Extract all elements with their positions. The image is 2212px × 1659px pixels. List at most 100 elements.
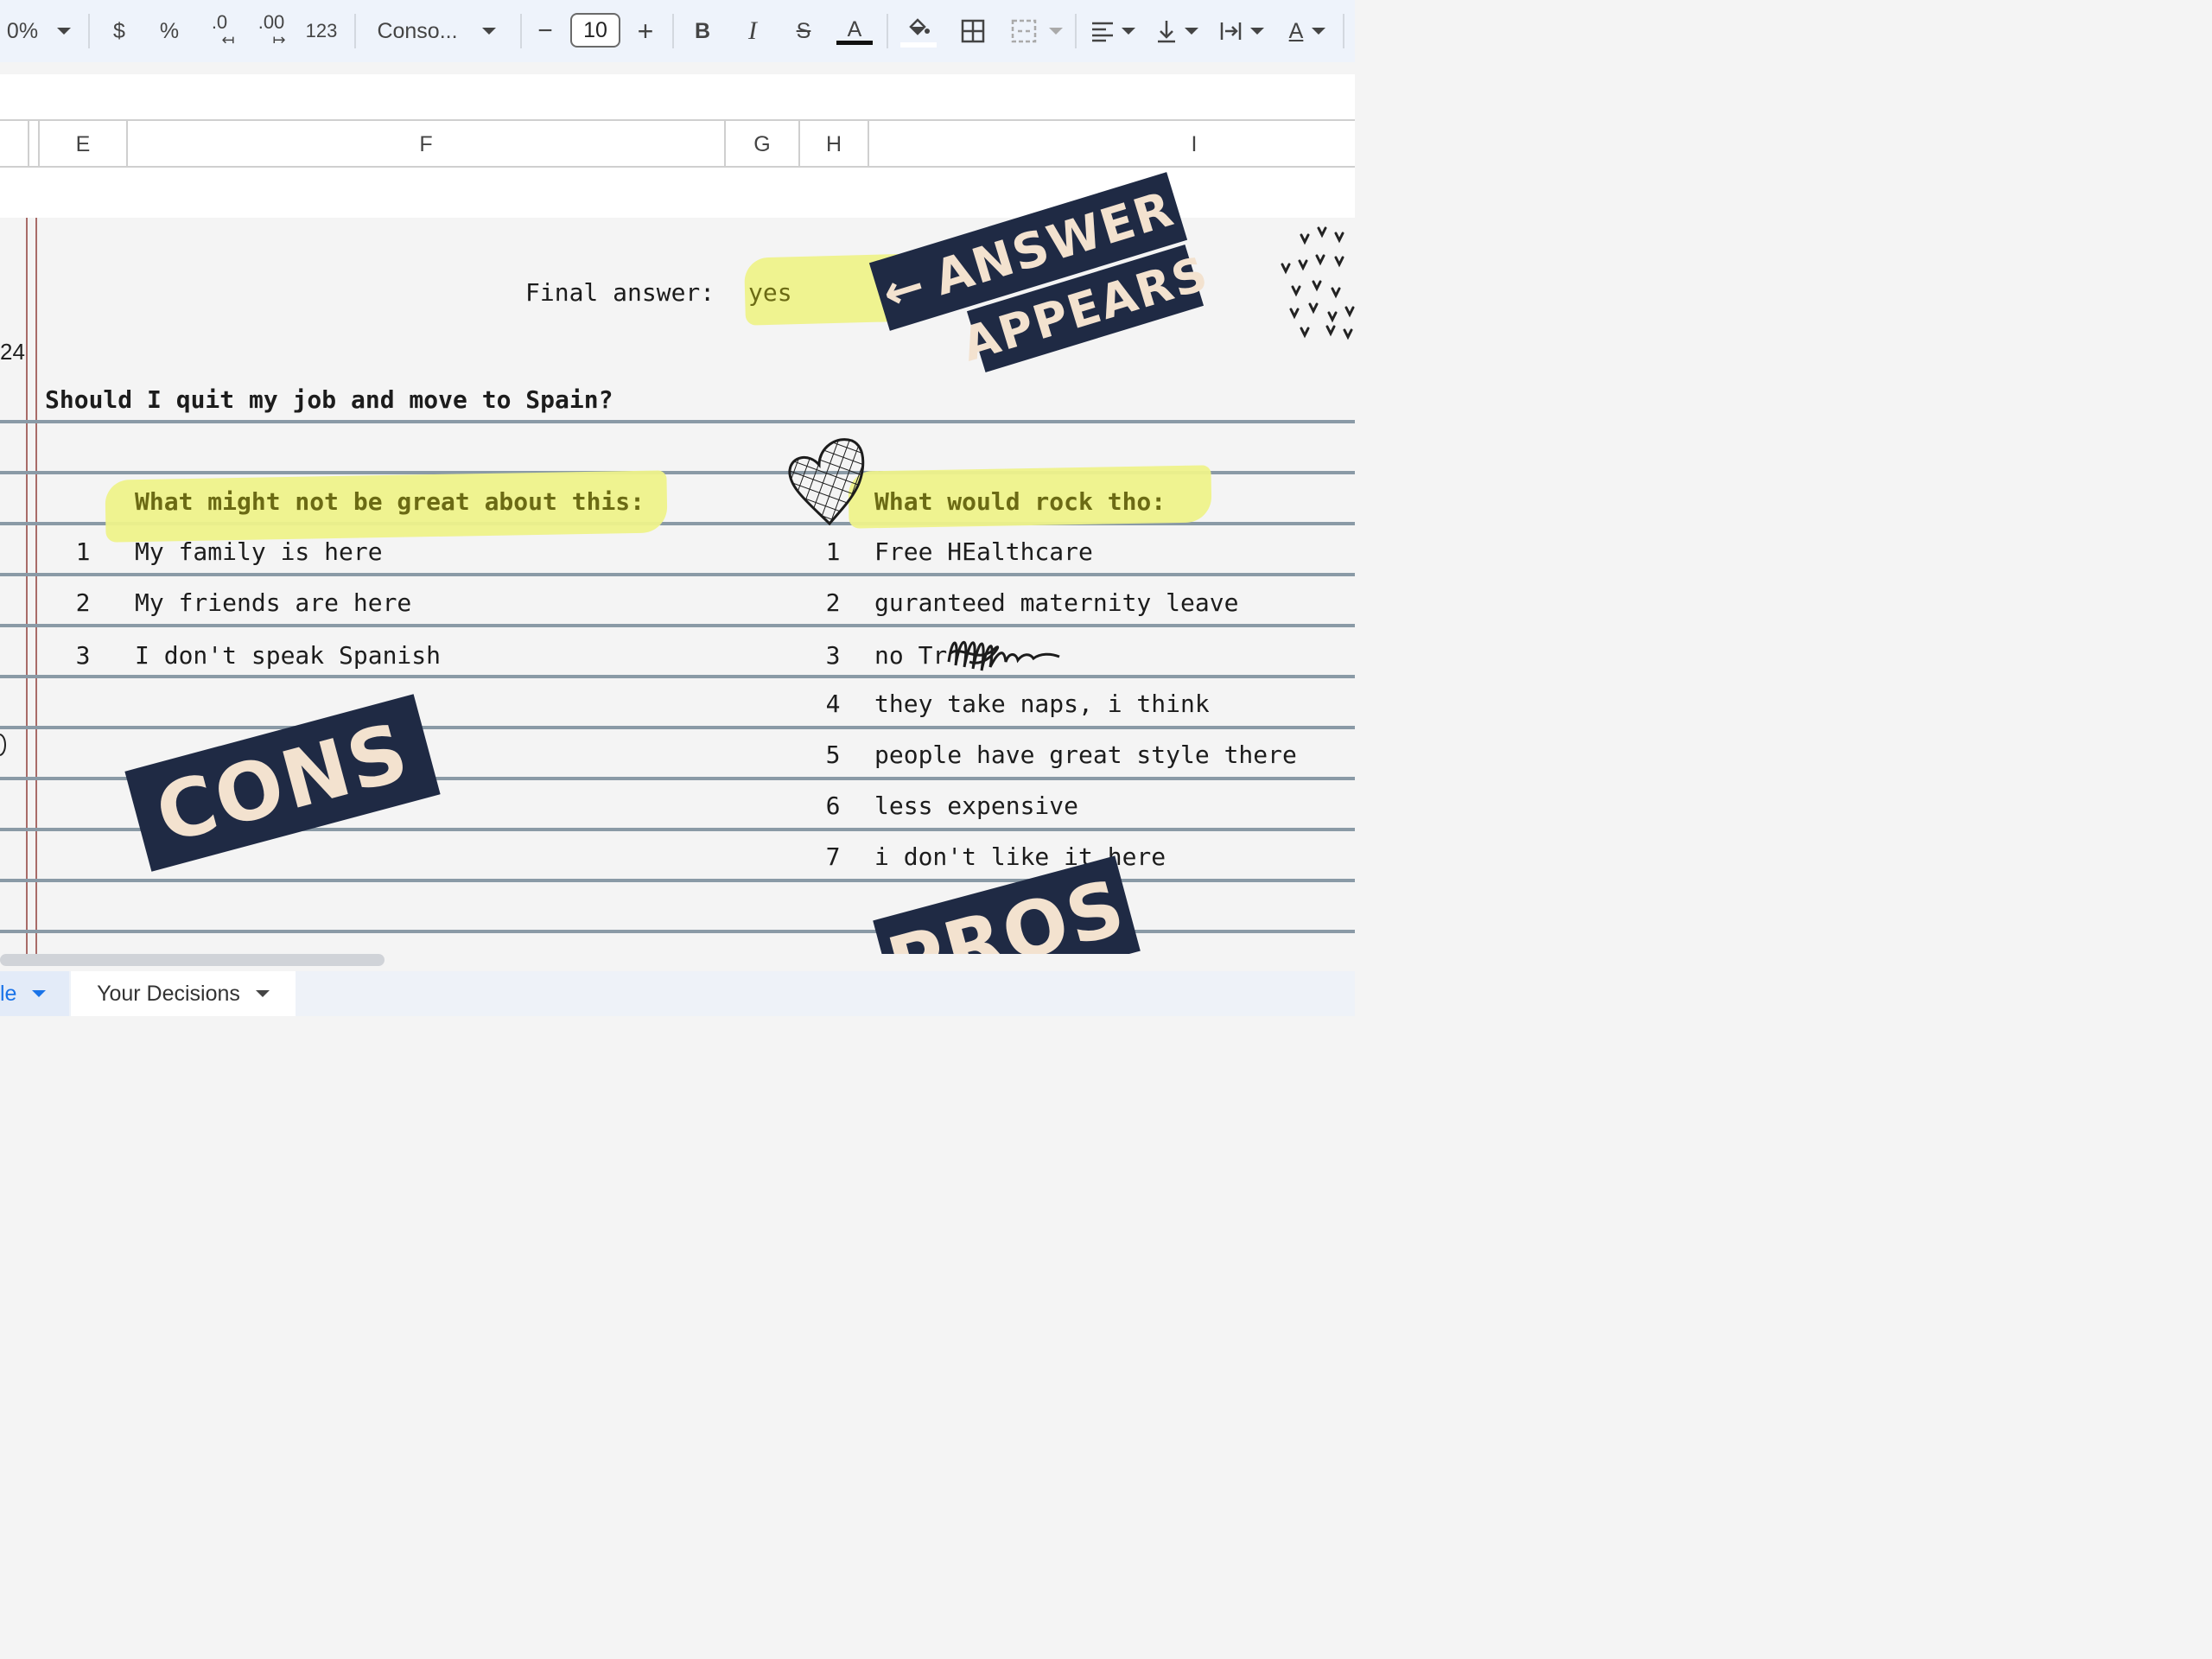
merge-cells-button[interactable] xyxy=(1006,0,1068,62)
cons-sticker: CONS xyxy=(124,694,441,872)
column-header-h[interactable]: H xyxy=(800,121,869,168)
chevron-down-icon xyxy=(1250,28,1264,35)
toolbar-divider xyxy=(1343,14,1344,48)
text-color-icon: A xyxy=(847,16,862,41)
merge-cells-icon xyxy=(1011,19,1037,43)
more-formats-button[interactable]: 123 xyxy=(302,0,340,62)
pros-item[interactable]: no Tr xyxy=(874,641,947,670)
row-number-partial: 24 xyxy=(0,339,25,365)
borders-icon xyxy=(961,19,985,43)
cons-item[interactable]: My family is here xyxy=(135,537,383,566)
vertical-align-button[interactable] xyxy=(1153,0,1201,62)
fill-color-button[interactable] xyxy=(899,0,938,62)
pros-item[interactable]: Free HEalthcare xyxy=(874,537,1093,566)
text-color-button[interactable]: A xyxy=(835,0,874,62)
doodle-marks-icon xyxy=(1281,226,1355,340)
notebook-margin-line xyxy=(26,218,28,954)
text-wrapping-button[interactable] xyxy=(1217,0,1267,62)
chevron-down-icon xyxy=(1049,28,1063,35)
strikethrough-icon: S xyxy=(796,18,811,43)
sheet-tab-label: Your Decisions xyxy=(97,981,240,1006)
format-currency-button[interactable]: $ xyxy=(104,0,135,62)
toolbar: 0% $ % .0 ↤ .00 ↦ 123 Conso... − 10 + B … xyxy=(0,0,1355,62)
borders-button[interactable] xyxy=(956,0,990,62)
column-header-g[interactable]: G xyxy=(726,121,800,168)
pros-item-number: 7 xyxy=(825,842,841,871)
column-header-hidden[interactable] xyxy=(0,121,29,168)
plus-icon: + xyxy=(637,15,654,47)
chevron-down-icon xyxy=(1312,28,1326,35)
format-percent-button[interactable]: % xyxy=(154,0,185,62)
chevron-down-icon xyxy=(255,990,270,997)
final-answer-value[interactable]: yes xyxy=(748,278,792,307)
align-left-icon xyxy=(1092,22,1113,42)
sheet-tabs-bar: le Your Decisions xyxy=(0,971,1355,1016)
currency-icon: $ xyxy=(113,18,125,43)
toolbar-divider xyxy=(88,14,90,48)
doodle-circle-icon xyxy=(0,734,6,756)
ruled-line xyxy=(0,624,1355,627)
arrow-left-icon: ↤ xyxy=(221,31,235,48)
font-family-value: Conso... xyxy=(377,18,458,43)
decrease-decimal-button[interactable]: .0 ↤ xyxy=(200,0,238,62)
cons-item-number: 2 xyxy=(75,588,91,617)
font-size-input[interactable]: 10 xyxy=(570,13,620,48)
sheet-grid[interactable]: Final answer: yes 24 Should I quit my jo… xyxy=(0,168,1355,954)
minus-icon: − xyxy=(537,16,553,45)
toolbar-divider xyxy=(1075,14,1077,48)
cons-item[interactable]: My friends are here xyxy=(135,588,411,617)
zoom-value: 0% xyxy=(6,18,39,43)
toolbar-divider xyxy=(354,14,356,48)
chevron-down-icon xyxy=(32,990,47,997)
arrow-right-icon: ↦ xyxy=(272,31,286,48)
percent-icon: % xyxy=(159,18,180,43)
pros-item[interactable]: people have great style there xyxy=(874,741,1297,769)
pros-item-number: 5 xyxy=(825,741,841,769)
text-color-swatch xyxy=(836,40,873,45)
zoom-select[interactable]: 0% xyxy=(0,0,78,62)
column-header-f[interactable]: F xyxy=(128,121,726,168)
horizontal-scrollbar[interactable] xyxy=(0,954,385,966)
pros-header: What would rock tho: xyxy=(874,487,1166,516)
chevron-down-icon xyxy=(481,28,496,35)
increase-font-size-button[interactable]: + xyxy=(631,0,660,62)
column-header-e[interactable]: E xyxy=(40,121,128,168)
heart-doodle-icon xyxy=(788,438,865,526)
notebook-margin-line xyxy=(35,218,37,954)
arrow-left-icon: ← xyxy=(875,256,933,323)
sheet-tab-your-decisions[interactable]: Your Decisions xyxy=(71,971,296,1016)
column-header-gap xyxy=(29,121,40,168)
pros-item-number: 3 xyxy=(825,641,841,670)
formula-bar[interactable] xyxy=(0,74,1355,119)
decrease-decimal-icon: .0 xyxy=(211,11,228,33)
chevron-down-icon xyxy=(1185,28,1198,35)
strikethrough-button[interactable]: S xyxy=(788,0,819,62)
text-rotation-icon: A xyxy=(1288,18,1304,43)
ruled-line xyxy=(0,726,1355,729)
horizontal-align-button[interactable] xyxy=(1087,0,1139,62)
column-header-row: E F G H I xyxy=(0,119,1355,168)
italic-button[interactable]: I xyxy=(740,0,766,62)
chevron-down-icon xyxy=(1122,28,1135,35)
increase-decimal-button[interactable]: .00 ↦ xyxy=(252,0,290,62)
cons-item-number: 3 xyxy=(75,641,91,670)
sheet-tab-active[interactable]: le xyxy=(0,971,69,1016)
pros-item[interactable]: guranteed maternity leave xyxy=(874,588,1238,617)
bold-button[interactable]: B xyxy=(690,0,715,62)
sheet-tab-label: le xyxy=(0,981,17,1006)
bold-icon: B xyxy=(694,18,711,43)
pros-item[interactable]: less expensive xyxy=(874,791,1078,820)
column-header-i[interactable]: I xyxy=(869,121,1519,168)
font-family-select[interactable]: Conso... xyxy=(372,0,501,62)
toolbar-divider xyxy=(520,14,522,48)
cons-item[interactable]: I don't speak Spanish xyxy=(135,641,441,670)
scribble-icon xyxy=(947,640,1060,671)
pros-item-number: 4 xyxy=(825,690,841,718)
text-rotation-button[interactable]: A xyxy=(1282,0,1332,62)
toolbar-divider xyxy=(887,14,888,48)
ruled-line xyxy=(0,930,1355,933)
cons-header: What might not be great about this: xyxy=(135,487,645,516)
pros-item[interactable]: i don't like it here xyxy=(874,842,1166,871)
pros-item[interactable]: they take naps, i think xyxy=(874,690,1210,718)
decrease-font-size-button[interactable]: − xyxy=(531,0,560,62)
